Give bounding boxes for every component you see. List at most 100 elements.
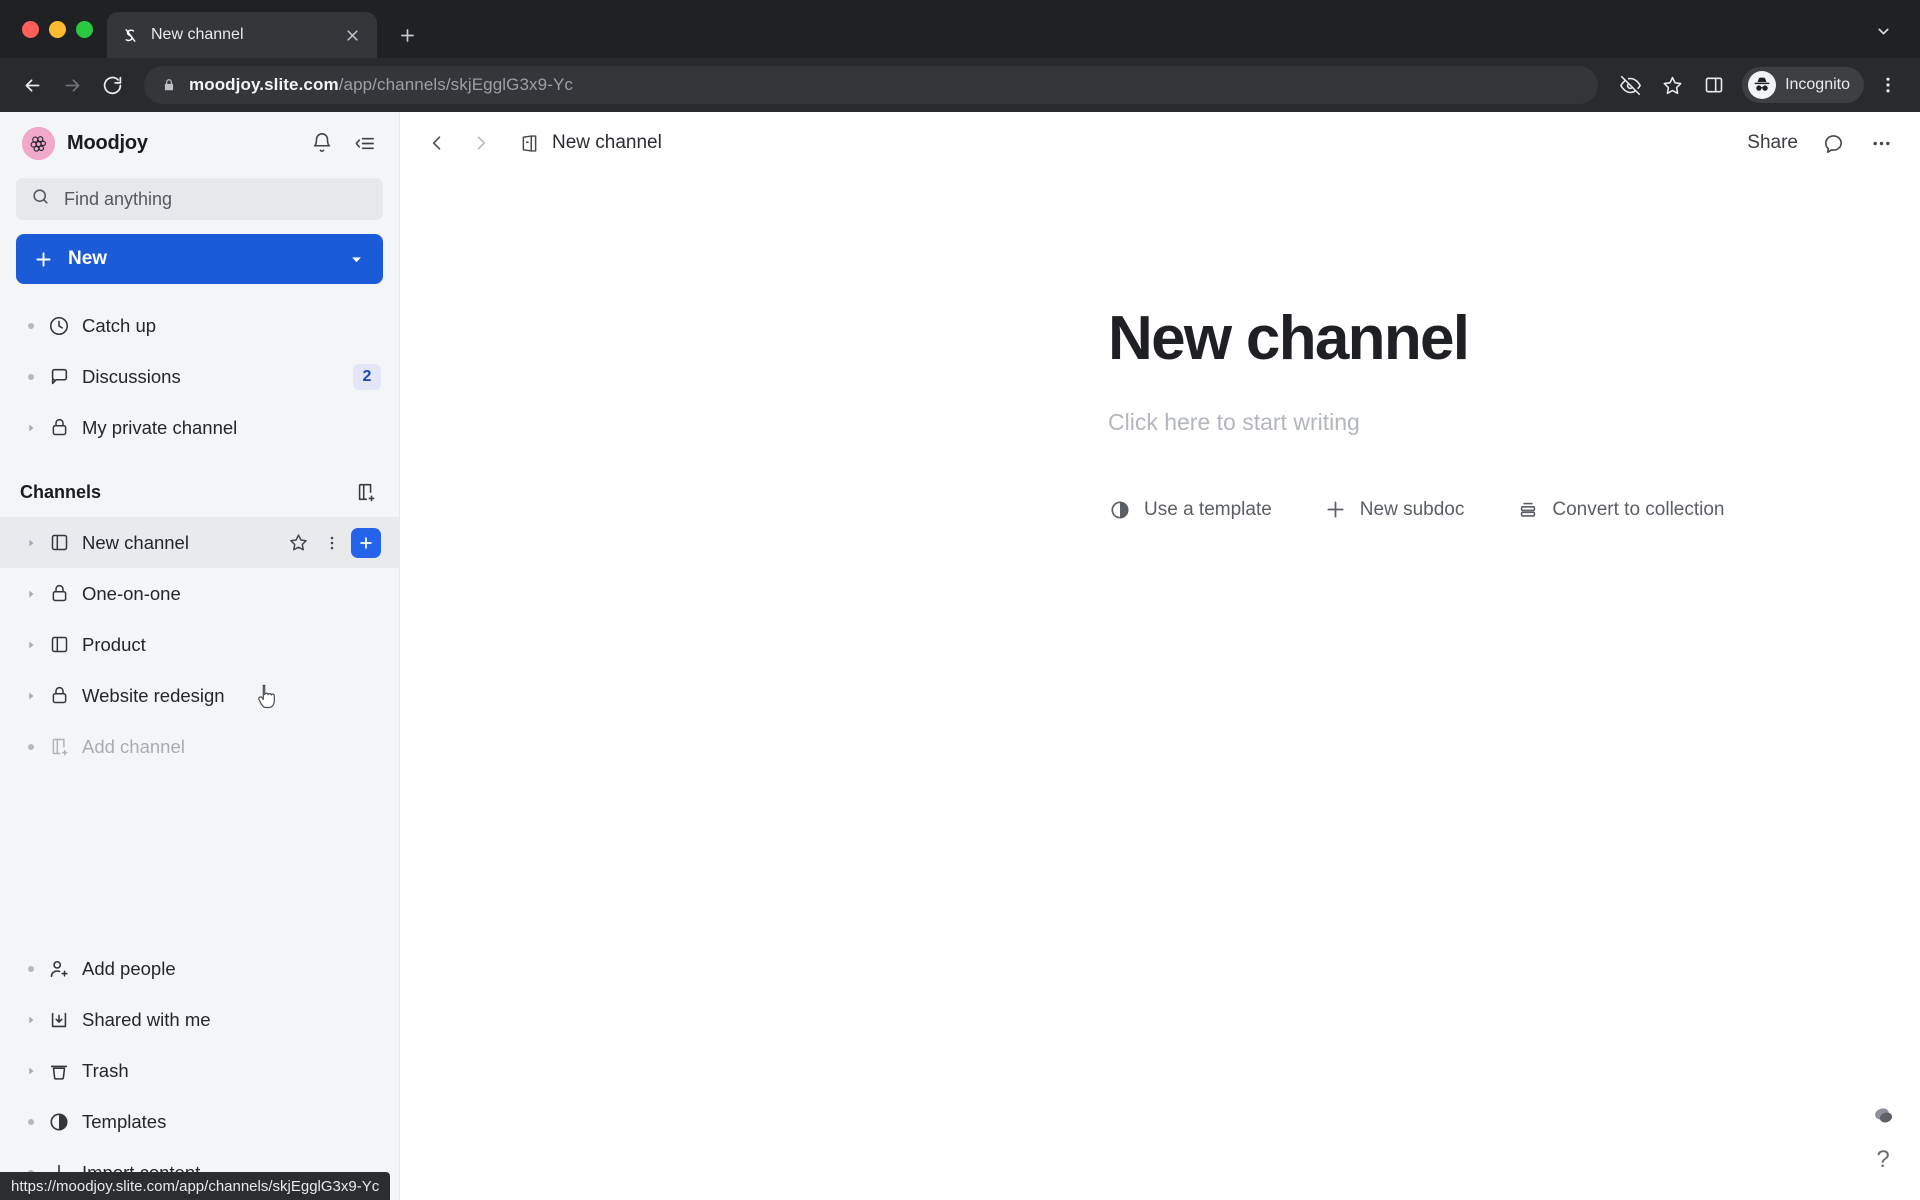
address-bar-url: moodjoy.slite.com/app/channels/skjEgglG3… [189, 75, 573, 95]
expand-arrow-icon[interactable] [20, 1015, 42, 1025]
sidebar-item-discussions[interactable]: Discussions 2 [0, 351, 399, 402]
browser-tabstrip: New channel [0, 0, 1920, 58]
bullet-icon [20, 374, 42, 380]
address-bar[interactable]: moodjoy.slite.com/app/channels/skjEgglG3… [144, 66, 1599, 104]
more-horizontal-icon[interactable] [1868, 130, 1894, 156]
expand-arrow-icon[interactable] [20, 1066, 42, 1076]
expand-arrow-icon[interactable] [20, 640, 42, 650]
back-arrow-icon[interactable] [14, 67, 50, 103]
chevron-right-icon [470, 132, 492, 154]
lock-icon [42, 417, 76, 438]
slite-app: Moodjoy Find anything New Catch up Discu… [0, 112, 1920, 1200]
sidebar-item-label: Website redesign [82, 684, 225, 706]
tab-title: New channel [151, 26, 244, 43]
expand-arrow-icon[interactable] [20, 423, 42, 433]
primary-nav: Catch up Discussions 2 My private channe… [0, 300, 399, 453]
sidebar-item-new-channel[interactable]: New channel [0, 517, 399, 568]
sidebar-bottom-nav: Add people Shared with me Trash Template… [0, 943, 399, 1200]
incognito-hat-icon [1748, 71, 1777, 99]
close-icon[interactable] [341, 24, 363, 46]
chevron-down-icon[interactable] [1868, 16, 1898, 46]
sidebar-item-product[interactable]: Product [0, 619, 399, 670]
sidebar-item-label: Add people [82, 957, 176, 979]
bullet-icon [20, 1119, 42, 1125]
templates-circle-icon [42, 1111, 76, 1133]
chat-bubble-icon [42, 366, 76, 388]
floating-widgets: ? [1872, 1106, 1894, 1174]
inbox-download-icon [42, 1009, 76, 1031]
sidebar-item-website-redesign[interactable]: Website redesign [0, 670, 399, 721]
help-question-icon[interactable]: ? [1876, 1146, 1889, 1174]
minimize-window-button[interactable] [49, 20, 66, 38]
sidebar-item-my-private-channel[interactable]: My private channel [0, 402, 399, 453]
expand-arrow-icon[interactable] [20, 538, 42, 548]
sidebar-item-add-channel[interactable]: Add channel [0, 721, 399, 772]
collapse-sidebar-icon[interactable] [349, 128, 379, 158]
incognito-label: Incognito [1785, 76, 1850, 93]
moodjoy-berry-logo[interactable] [22, 126, 55, 160]
breadcrumb[interactable]: New channel [518, 132, 662, 154]
sidebar-item-catch-up[interactable]: Catch up [0, 300, 399, 351]
sidebar-item-shared-with-me[interactable]: Shared with me [0, 994, 399, 1045]
side-panel-icon[interactable] [1696, 67, 1732, 103]
plus-icon [32, 248, 54, 270]
sidebar-item-add-people[interactable]: Add people [0, 943, 399, 994]
more-options-icon[interactable] [317, 528, 347, 558]
window-traffic-lights [14, 0, 107, 58]
menu-kebab-icon[interactable] [1870, 67, 1906, 103]
notification-bell-icon[interactable] [307, 128, 337, 158]
sidebar-item-label: Add channel [82, 735, 185, 757]
convert-to-collection-button[interactable]: Convert to collection [1516, 498, 1725, 521]
assistant-blob-icon[interactable] [1872, 1106, 1894, 1124]
add-subdoc-icon[interactable] [351, 527, 381, 558]
close-window-button[interactable] [22, 20, 39, 38]
caret-down-icon[interactable] [345, 248, 367, 270]
sidebar-item-trash[interactable]: Trash [0, 1045, 399, 1096]
add-channel-icon[interactable] [351, 477, 381, 507]
maximize-window-button[interactable] [76, 20, 93, 38]
expand-arrow-icon[interactable] [20, 589, 42, 599]
eye-off-icon[interactable] [1612, 67, 1648, 103]
add-person-icon [42, 958, 76, 980]
search-icon [31, 187, 50, 211]
channels-section-title: Channels [20, 481, 102, 502]
new-tab-button[interactable] [387, 15, 427, 55]
expand-arrow-icon[interactable] [20, 691, 42, 701]
channel-row-actions [283, 527, 381, 558]
slite-favicon [121, 26, 140, 45]
comment-bubble-icon[interactable] [1820, 130, 1846, 156]
browser-toolbar: moodjoy.slite.com/app/channels/skjEgglG3… [0, 58, 1920, 112]
incognito-indicator[interactable]: Incognito [1742, 67, 1864, 103]
share-button[interactable]: Share [1747, 132, 1798, 154]
new-subdoc-button[interactable]: New subdoc [1324, 498, 1465, 521]
sidebar-item-label: Templates [82, 1110, 167, 1132]
sidebar-item-label: New channel [82, 531, 189, 553]
browser-tab[interactable]: New channel [107, 12, 377, 58]
channel-icon [42, 532, 76, 553]
document-body: New channel Click here to start writing … [400, 174, 1920, 521]
forward-arrow-icon [54, 67, 90, 103]
reload-icon[interactable] [94, 67, 130, 103]
document-placeholder[interactable]: Click here to start writing [1108, 409, 1920, 436]
unread-badge: 2 [353, 363, 381, 390]
page-title[interactable]: New channel [1108, 306, 1920, 371]
chevron-left-icon[interactable] [426, 132, 448, 154]
use-a-template-button[interactable]: Use a template [1108, 498, 1272, 521]
quick-action-label: New subdoc [1359, 498, 1465, 520]
workspace-name: Moodjoy [67, 131, 148, 154]
sidebar-item-one-on-one[interactable]: One-on-one [0, 568, 399, 619]
sidebar-item-label: Trash [82, 1059, 129, 1081]
lock-icon [42, 685, 76, 706]
browser-window: New channel moodjoy.slite.com/app/channe [0, 0, 1920, 1200]
sidebar-item-templates[interactable]: Templates [0, 1096, 399, 1147]
new-button[interactable]: New [16, 234, 383, 284]
favorite-star-icon[interactable] [283, 528, 313, 558]
bookmark-star-icon[interactable] [1654, 67, 1690, 103]
sidebar-item-label: Shared with me [82, 1008, 211, 1030]
search-input[interactable]: Find anything [16, 178, 383, 220]
toolbar-icons: Incognito [1612, 67, 1906, 103]
main-content: New channel Share New channel Click here… [400, 112, 1920, 1200]
main-toolbar-actions: Share [1747, 130, 1894, 156]
clock-icon [42, 315, 76, 337]
